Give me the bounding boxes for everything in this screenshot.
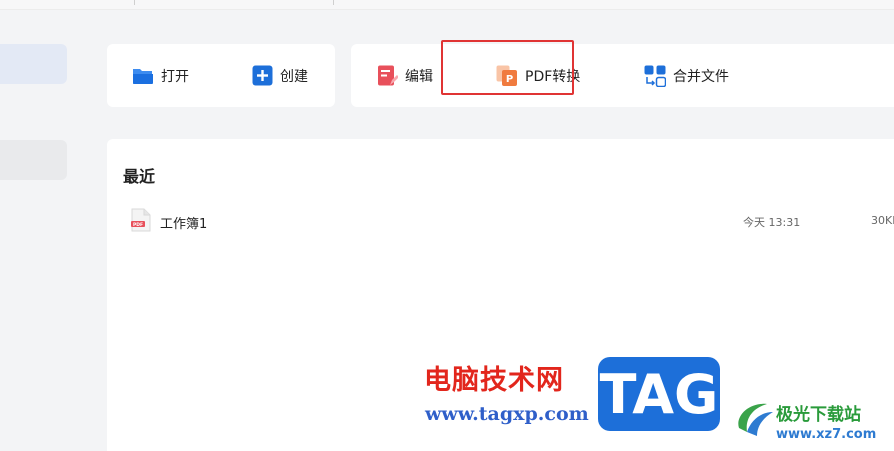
recent-title: 最近	[123, 167, 156, 186]
plus-square-icon	[252, 65, 273, 86]
aurora-logo-icon	[738, 403, 773, 436]
edit-label: 编辑	[405, 68, 433, 85]
merge-files-button[interactable]: 合并文件	[644, 44, 729, 107]
file-size: 30KB	[871, 214, 894, 227]
folder-icon	[133, 68, 153, 84]
open-button[interactable]: 打开	[132, 44, 189, 107]
edit-document-icon	[378, 65, 398, 86]
open-label: 打开	[161, 68, 189, 85]
primary-actions-card: 打开 创建	[107, 44, 335, 107]
pdf-convert-label: PDF转换	[525, 68, 581, 85]
tab-divider	[333, 0, 334, 5]
pdf-convert-button[interactable]: P PDF转换	[496, 44, 580, 107]
create-button[interactable]: 创建	[252, 44, 308, 107]
pdf-file-icon: PDF	[131, 208, 151, 232]
watermark-site-name: 电脑技术网	[424, 365, 564, 396]
file-name: 工作簿1	[160, 217, 208, 232]
secondary-actions-card: 编辑 P PDF转换 合并文件	[351, 44, 894, 107]
svg-text:P: P	[506, 74, 513, 85]
sidebar	[0, 11, 80, 451]
tab-divider	[134, 0, 135, 5]
merge-files-label: 合并文件	[673, 68, 729, 85]
merge-files-icon	[644, 65, 666, 87]
edit-button[interactable]: 编辑	[377, 44, 433, 107]
sidebar-item[interactable]	[0, 140, 67, 180]
watermark-tag-logo: TAG	[598, 357, 720, 431]
file-time: 今天 13:31	[743, 216, 801, 229]
table-row[interactable]: PDF 工作簿1 今天 13:31 30KB	[107, 203, 894, 237]
pdf-convert-icon: P	[496, 65, 517, 86]
watermark-site-url: www.tagxp.com	[425, 403, 589, 425]
create-label: 创建	[280, 68, 308, 85]
watermark-brand-url: www.xz7.com	[776, 427, 877, 442]
top-title-strip	[0, 0, 894, 10]
sidebar-item-active[interactable]	[0, 44, 67, 84]
watermark-brand: 极光下载站	[776, 405, 861, 425]
svg-text:PDF: PDF	[133, 222, 143, 228]
